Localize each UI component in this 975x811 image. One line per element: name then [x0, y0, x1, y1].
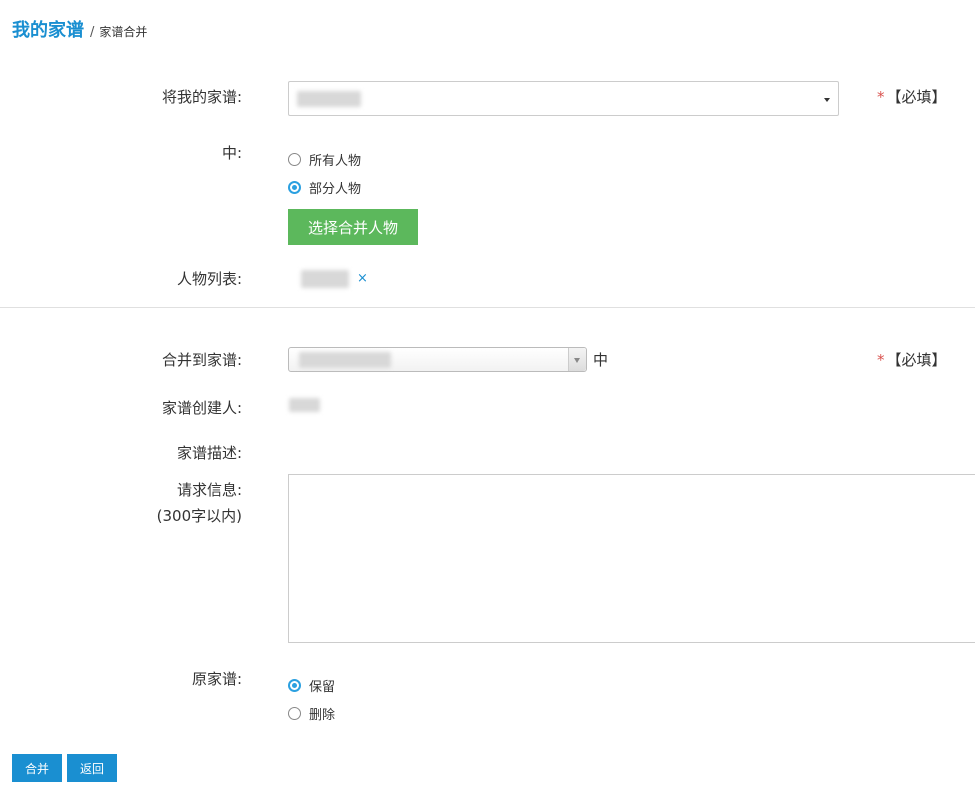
breadcrumb-my-trees[interactable]: 我的家谱	[12, 16, 84, 42]
scope-option-all-label: 所有人物	[309, 154, 362, 169]
request-hint: (300字以内)	[156, 507, 242, 525]
request-textarea[interactable]	[288, 474, 975, 643]
original-option-keep-label: 保留	[309, 680, 336, 695]
request-label: 请求信息:	[176, 481, 242, 499]
required-text: 【必填】	[886, 351, 947, 369]
merge-button[interactable]: 合并	[12, 754, 62, 782]
chevron-down-icon	[824, 98, 830, 102]
required-text: 【必填】	[886, 88, 947, 106]
my-tree-required: * 【必填】	[877, 86, 947, 107]
back-button[interactable]: 返回	[67, 754, 117, 782]
people-list-label: 人物列表:	[176, 270, 242, 288]
merge-to-label: 合并到家谱:	[161, 351, 242, 369]
original-option-delete-label: 删除	[309, 708, 336, 723]
description-label: 家谱描述:	[176, 444, 242, 462]
section-divider	[0, 307, 975, 308]
breadcrumb: 我的家谱 / 家谱合并	[12, 16, 147, 42]
scope-option-all[interactable]: 所有人物	[288, 150, 361, 169]
merge-to-select[interactable]	[288, 347, 587, 372]
merge-to-value-redacted	[299, 352, 391, 368]
required-star: *	[877, 88, 885, 106]
original-tree-label: 原家谱:	[191, 670, 242, 688]
scope-option-partial-label: 部分人物	[309, 182, 362, 197]
select-people-button[interactable]: 选择合并人物	[288, 209, 418, 245]
required-star: *	[877, 351, 885, 369]
my-tree-value-redacted	[297, 91, 361, 107]
merge-to-required: * 【必填】	[877, 349, 947, 370]
original-option-delete[interactable]: 删除	[288, 704, 335, 723]
radio-unchecked-icon[interactable]	[288, 153, 301, 166]
creator-label: 家谱创建人:	[161, 399, 242, 417]
breadcrumb-separator: /	[90, 25, 95, 40]
radio-checked-icon[interactable]	[288, 679, 301, 692]
scope-option-partial[interactable]: 部分人物	[288, 178, 361, 197]
dropdown-arrow-icon[interactable]	[568, 348, 586, 371]
merge-to-suffix: 中	[593, 351, 609, 369]
my-tree-select[interactable]	[288, 81, 839, 116]
creator-value-redacted	[289, 398, 320, 412]
scope-label: 中:	[221, 144, 242, 162]
my-tree-label: 将我的家谱:	[161, 88, 242, 106]
breadcrumb-current: 家谱合并	[99, 25, 148, 39]
radio-checked-icon[interactable]	[288, 181, 301, 194]
original-option-keep[interactable]: 保留	[288, 676, 335, 695]
radio-unchecked-icon[interactable]	[288, 707, 301, 720]
remove-person-icon[interactable]: ×	[357, 271, 368, 286]
person-tag-redacted	[301, 270, 349, 288]
